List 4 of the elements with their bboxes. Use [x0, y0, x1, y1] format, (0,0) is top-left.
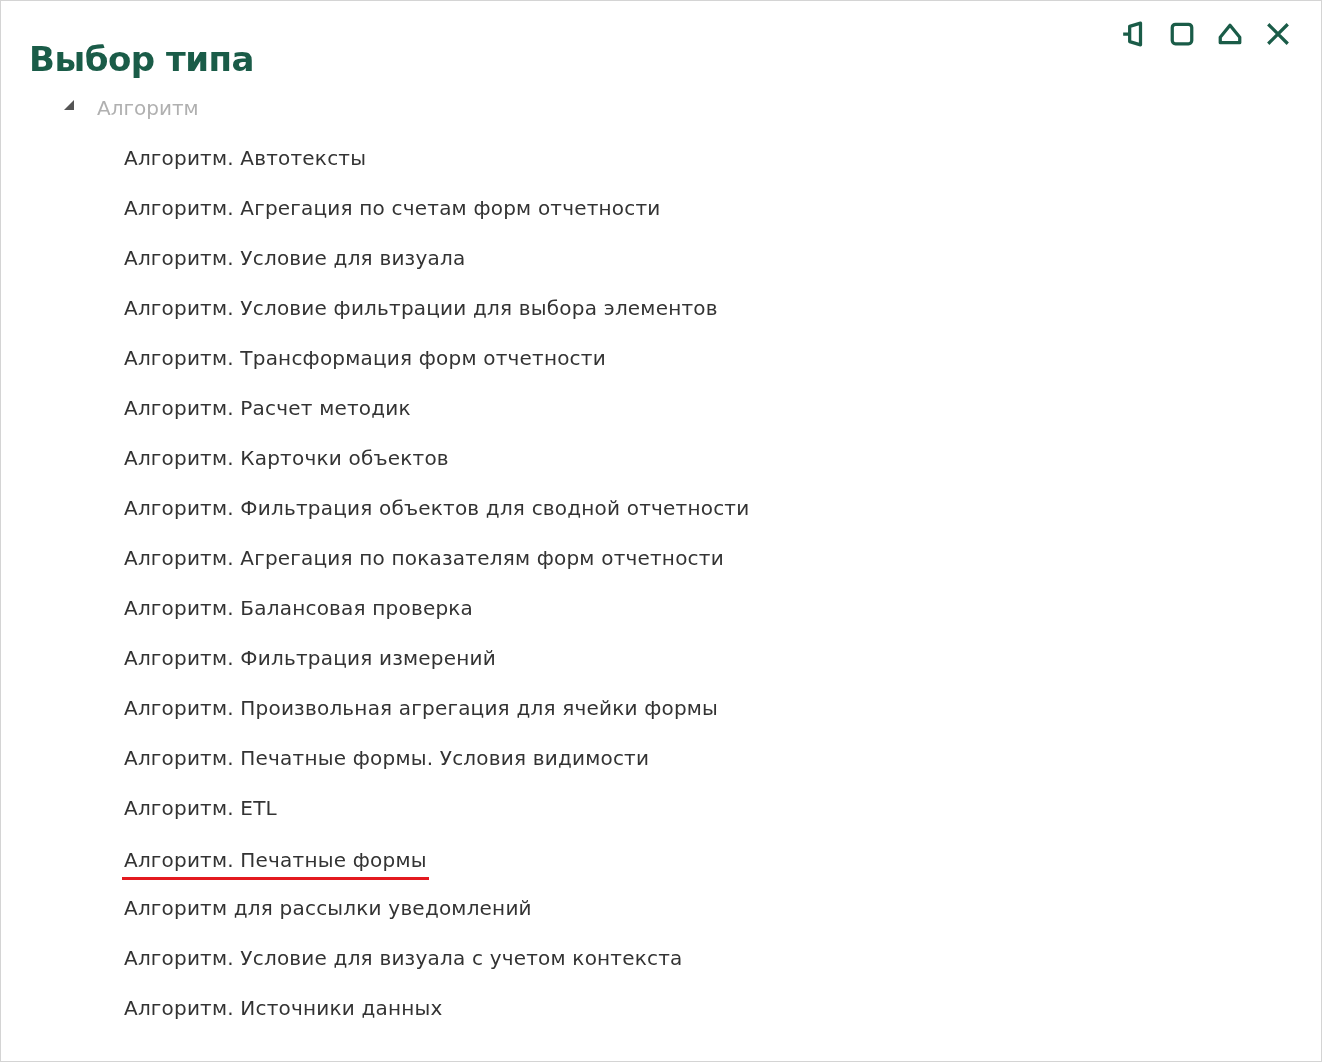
window-title: Выбор типа: [29, 38, 254, 81]
close-icon[interactable]: [1265, 21, 1291, 47]
collapse-icon[interactable]: [1217, 21, 1243, 47]
maximize-icon[interactable]: [1169, 21, 1195, 47]
